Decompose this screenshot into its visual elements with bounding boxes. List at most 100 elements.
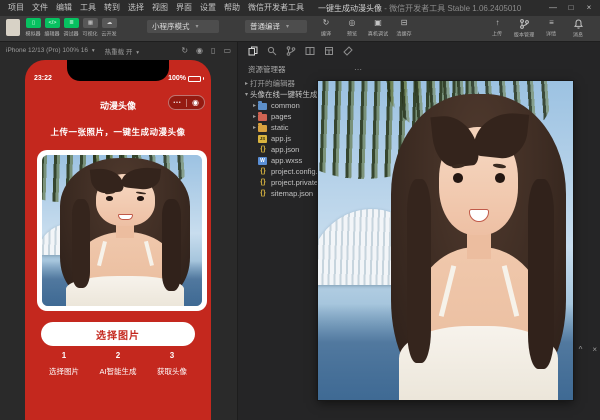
remote-debug-button[interactable]: ▣ 真机调试	[365, 18, 391, 38]
file-type-icon	[258, 125, 267, 132]
files-icon[interactable]	[248, 46, 258, 56]
cloud-icon: ☁	[102, 18, 117, 28]
file-type-icon	[258, 190, 267, 198]
menu-item[interactable]: 项目	[4, 0, 28, 16]
npm-tools-icon[interactable]	[343, 46, 353, 56]
menu-item[interactable]: 选择	[124, 0, 148, 16]
window-controls: — □ ×	[546, 0, 596, 16]
more-actions-icon[interactable]: ⋯	[354, 65, 362, 74]
preview-eye-icon: ◎	[349, 18, 356, 28]
menu-item[interactable]: 设置	[196, 0, 220, 16]
step-item: 1 选择图片	[37, 351, 91, 377]
woman-figure	[379, 94, 573, 400]
chevron-down-icon: ▾	[196, 23, 199, 30]
file-type-icon	[258, 168, 267, 176]
tree-chevron-icon	[251, 102, 258, 109]
devtools-window: 项目文件编辑工具转到选择视图界面设置帮助微信开发者工具 一键生成动漫头像 - 微…	[0, 0, 600, 420]
maximize-button[interactable]: □	[564, 0, 578, 16]
collapse-panel-icon[interactable]: ^	[579, 345, 583, 354]
file-type-icon	[258, 179, 267, 187]
user-avatar[interactable]	[6, 19, 20, 36]
tree-chevron-icon	[251, 113, 258, 120]
compile-actions: ↻ 编译 ◎ 预览 ▣ 真机调试 ⊟ 清缓存	[313, 18, 417, 38]
step-item: 2 AI智能生成	[91, 351, 145, 377]
upload-icon: ↑	[496, 18, 500, 28]
chevron-down-icon: ▾	[286, 23, 289, 30]
debugger-button[interactable]: ≣ 调试器	[62, 18, 81, 38]
hot-reload-toggle[interactable]: 热重载 开 ▾	[105, 46, 141, 56]
extensions-box-icon[interactable]	[324, 46, 334, 56]
activity-bar	[239, 42, 370, 60]
simulator-toolbar: iPhone 12/13 (Pro) 100% 16 ▾ 热重载 开 ▾ ↻ ◉…	[0, 42, 237, 59]
phone-notch	[67, 60, 169, 81]
device-selector[interactable]: iPhone 12/13 (Pro) 100% 16 ▾	[6, 47, 97, 54]
main-area: iPhone 12/13 (Pro) 100% 16 ▾ 热重载 开 ▾ ↻ ◉…	[0, 42, 600, 420]
bell-icon	[574, 19, 583, 29]
girl-figure	[52, 158, 199, 306]
visualization-icon: ▦	[83, 18, 98, 28]
details-button[interactable]: ≡ 详情	[538, 18, 565, 39]
file-type-icon	[258, 146, 267, 154]
close-circle-icon[interactable]: ◉	[187, 96, 204, 109]
right-actions: ↑ 上传 版本管理 ≡ 详情 消	[484, 18, 592, 39]
cloud-dev-button[interactable]: ☁ 云开发	[100, 18, 119, 38]
editor-icon: </>	[45, 18, 60, 28]
git-branch-icon[interactable]	[286, 46, 296, 56]
menu-item[interactable]: 文件	[28, 0, 52, 16]
simulator-icon: ▯	[26, 18, 41, 28]
photo-preview-window	[318, 81, 573, 400]
battery-indicator: 100%	[168, 75, 204, 82]
file-type-icon	[258, 135, 267, 143]
chevron-right-icon	[243, 80, 250, 87]
version-control-button[interactable]: 版本管理	[511, 18, 538, 39]
titlebar: 项目文件编辑工具转到选择视图界面设置帮助微信开发者工具 一键生成动漫头像 - 微…	[0, 0, 600, 16]
debugger-icon: ≣	[64, 18, 79, 28]
menu-item[interactable]: 界面	[172, 0, 196, 16]
device-frame-icon[interactable]: ▯	[211, 46, 215, 55]
mode-dropdown[interactable]: 小程序模式 ▾	[147, 20, 219, 33]
chevron-down-icon: ▾	[92, 48, 95, 54]
clear-cache-icon: ⊟	[401, 18, 408, 28]
remote-debug-icon: ▣	[374, 18, 382, 28]
messages-button[interactable]: 消息	[565, 18, 592, 39]
menu-item[interactable]: 微信开发者工具	[244, 0, 308, 16]
compile-icon: ↻	[323, 18, 330, 28]
search-icon[interactable]	[267, 46, 277, 56]
clear-cache-button[interactable]: ⊟ 清缓存	[391, 18, 417, 38]
menu-item[interactable]: 帮助	[220, 0, 244, 16]
panel-controls: ^ ×	[579, 345, 597, 354]
compile-dropdown[interactable]: 普通编译 ▾	[245, 20, 307, 33]
visualization-button[interactable]: ▦ 可视化	[81, 18, 100, 38]
simulator-tools: ↻ ◉ ▯ ▭	[181, 46, 231, 55]
capsule-menu[interactable]: ••• ◉	[168, 95, 205, 110]
close-panel-icon[interactable]: ×	[592, 345, 597, 354]
file-type-icon	[258, 157, 267, 165]
simulator-panel: iPhone 12/13 (Pro) 100% 16 ▾ 热重载 开 ▾ ↻ ◉…	[0, 42, 238, 420]
step-item: 3 获取头像	[145, 351, 199, 377]
panel-icon[interactable]: ▭	[223, 46, 231, 55]
choose-image-button[interactable]: 选择图片	[41, 322, 195, 346]
menu-item[interactable]: 转到	[100, 0, 124, 16]
record-icon[interactable]: ◉	[196, 46, 203, 55]
chevron-down-icon: ▾	[136, 50, 139, 56]
menu-item[interactable]: 编辑	[52, 0, 76, 16]
clock: 23:22	[34, 75, 52, 82]
toolbar: ▯ 模拟器 </> 编辑器 ≣ 调试器 ▦ 可视化 ☁ 云开发 小程序模式 ▾ …	[0, 16, 600, 42]
more-dots-icon[interactable]: •••	[169, 100, 186, 106]
simulator-button[interactable]: ▯ 模拟器	[24, 18, 43, 38]
menu-item[interactable]: 视图	[148, 0, 172, 16]
git-branch-icon	[520, 19, 529, 29]
avatar-preview-card[interactable]	[37, 150, 207, 311]
minimize-button[interactable]: —	[546, 0, 560, 16]
menu-item[interactable]: 工具	[76, 0, 100, 16]
editor-button[interactable]: </> 编辑器	[43, 18, 62, 38]
refresh-icon[interactable]: ↻	[181, 46, 188, 55]
upload-button[interactable]: ↑ 上传	[484, 18, 511, 39]
chevron-down-icon: ▾	[243, 91, 250, 98]
preview-button[interactable]: ◎ 预览	[339, 18, 365, 38]
file-type-icon	[258, 114, 267, 121]
compile-button[interactable]: ↻ 编译	[313, 18, 339, 38]
menu-bar: 项目文件编辑工具转到选择视图界面设置帮助微信开发者工具	[4, 0, 308, 16]
split-editor-icon[interactable]	[305, 46, 315, 56]
close-button[interactable]: ×	[582, 0, 596, 16]
